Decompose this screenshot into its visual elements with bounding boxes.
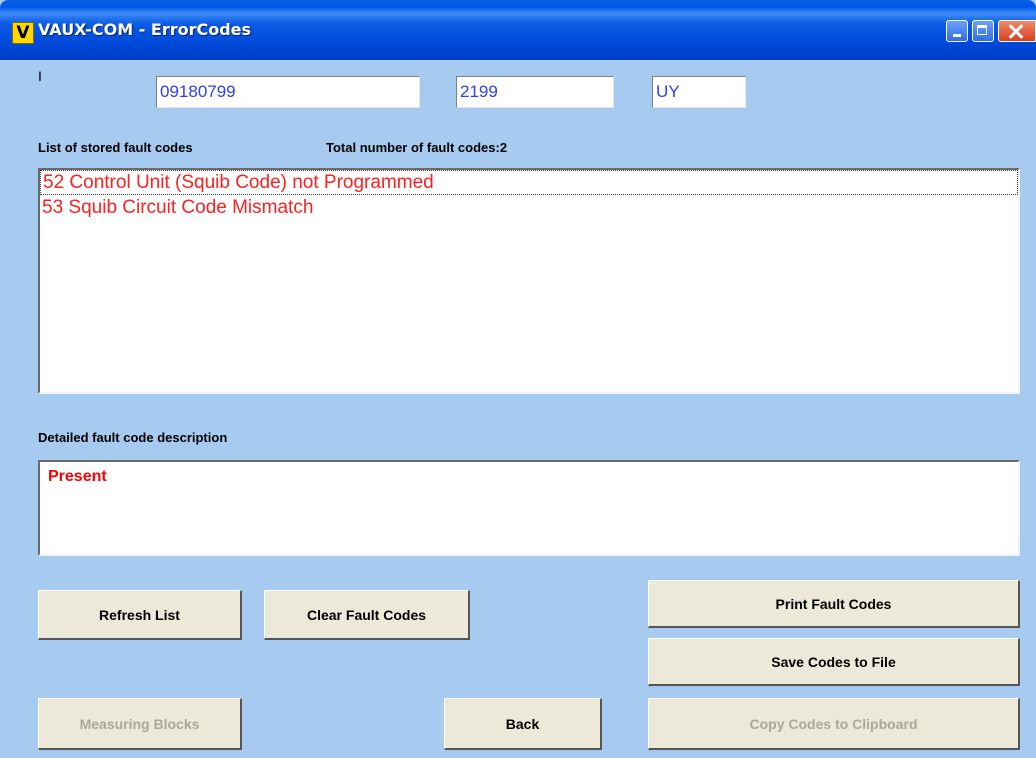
detail-caption: Detailed fault code description <box>38 430 228 445</box>
list-item[interactable]: 52 Control Unit (Squib Code) not Program… <box>40 170 1018 195</box>
vehicle-field-2[interactable]: 2199 <box>456 76 614 108</box>
refresh-list-button[interactable]: Refresh List <box>38 590 242 640</box>
fault-count-label: Total number of fault codes:2 <box>326 140 508 155</box>
title-bar[interactable]: V VAUX-COM - ErrorCodes <box>0 0 1036 60</box>
vehicle-field-3[interactable]: UY <box>652 76 746 108</box>
fault-description-box[interactable]: Present <box>38 460 1020 556</box>
close-button[interactable] <box>998 20 1036 42</box>
measuring-blocks-button[interactable]: Measuring Blocks <box>38 698 242 750</box>
fault-list-caption: List of stored fault codes <box>38 140 193 155</box>
maximize-button[interactable] <box>972 20 994 42</box>
small-label: I <box>38 68 42 84</box>
back-button[interactable]: Back <box>444 698 602 750</box>
clear-fault-codes-button[interactable]: Clear Fault Codes <box>264 590 470 640</box>
fault-code-list[interactable]: 52 Control Unit (Squib Code) not Program… <box>38 168 1020 394</box>
copy-to-clipboard-button[interactable]: Copy Codes to Clipboard <box>648 698 1020 750</box>
window-title: VAUX-COM - ErrorCodes <box>38 20 252 39</box>
fault-status-text: Present <box>48 468 107 485</box>
save-codes-button[interactable]: Save Codes to File <box>648 638 1020 686</box>
vehicle-field-1[interactable]: 09180799 <box>156 76 420 108</box>
list-item[interactable]: 53 Squib Circuit Code Mismatch <box>40 195 1018 220</box>
app-icon[interactable]: V <box>12 22 34 44</box>
print-fault-codes-button[interactable]: Print Fault Codes <box>648 580 1020 628</box>
minimize-button[interactable] <box>946 20 968 42</box>
